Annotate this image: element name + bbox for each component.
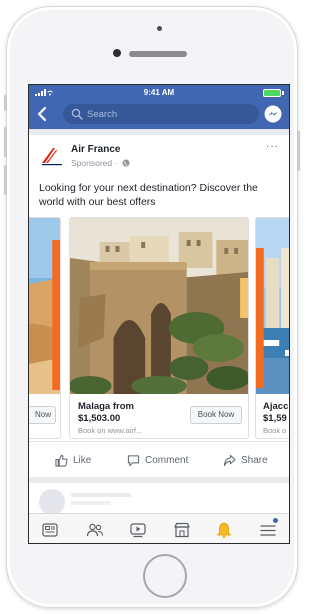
malaga-destination-image [70,218,248,394]
carousel-card-meta: Now [29,394,60,438]
more-options-icon[interactable]: ··· [266,141,279,152]
volume-up-button [4,127,7,157]
carousel-card-meta: Ajacc $1,59 Book o [256,394,289,438]
tab-marketplace[interactable] [173,521,191,539]
status-bar: 9:41 AM [29,85,289,99]
volume-down-button [4,165,7,195]
marketplace-icon [174,522,190,538]
avatar [39,489,65,515]
status-time: 9:41 AM [143,88,175,97]
share-label: Share [241,454,268,466]
share-button[interactable]: Share [223,442,268,478]
carousel-card-previous[interactable]: Now [29,217,61,439]
carousel-card-price: $1,503.00 [78,413,121,424]
placeholder-line [71,493,131,497]
carousel-card-price: $1,59 [263,413,287,424]
friends-icon [86,523,104,537]
bottom-tab-bar [29,513,289,543]
comment-icon [127,454,140,466]
menu-icon [260,525,276,536]
next-post-preview [29,483,289,515]
tab-menu[interactable] [259,518,278,539]
notifications-icon [216,522,232,539]
book-now-button[interactable]: Now [29,406,56,424]
messenger-icon[interactable] [263,104,283,124]
sponsored-post: Air France Sponsored · ··· Looking for y… [29,135,289,477]
facebook-header: 9:41 AM [29,85,289,129]
battery-tip [282,91,284,95]
front-camera [113,49,121,57]
carousel-card-link[interactable]: Book o [263,426,286,435]
carousel-card-link[interactable]: Book on www.airf... [78,426,142,435]
earpiece-speaker [129,51,187,57]
carousel-card-malaga[interactable]: Malaga from $1,503.00 Book on www.airf..… [69,217,249,439]
home-button[interactable] [143,554,187,598]
thumbs-up-icon [55,454,68,467]
comment-button[interactable]: Comment [127,442,188,478]
globe-icon [122,159,130,167]
carousel-card-title: Malaga from [78,401,134,412]
search-icon [71,108,83,120]
beach-destination-image [29,218,60,394]
share-icon [223,454,236,466]
phone-screen: 9:41 AM Search Air France Sponsored · ··… [28,84,290,544]
ajaccio-destination-image [256,218,289,394]
post-header: Air France Sponsored · ··· [29,135,289,183]
carousel-card-meta: Malaga from $1,503.00 Book on www.airf..… [70,394,248,438]
air-france-logo[interactable] [39,143,65,169]
like-button[interactable]: Like [55,442,91,478]
tab-friends[interactable] [86,521,104,539]
tab-watch[interactable] [129,521,147,539]
advertiser-name[interactable]: Air France [71,144,120,155]
power-button [297,131,300,171]
tab-news-feed[interactable] [41,521,59,539]
menu-notification-dot [273,518,278,523]
ad-carousel[interactable]: Now Malaga from $1,503.00 Book on www.ai… [29,217,289,443]
mute-switch [4,95,7,111]
tab-notifications[interactable] [215,521,233,539]
placeholder-line [71,501,111,505]
news-feed-icon [42,523,58,537]
book-now-button[interactable]: Book Now [190,406,242,424]
post-actions: Like Comment Share [29,441,289,477]
watch-icon [130,523,146,538]
front-sensor [157,26,162,31]
comment-label: Comment [145,454,189,466]
carousel-card-ajaccio[interactable]: Ajacc $1,59 Book o [255,217,289,439]
header-nav-row [29,102,289,126]
like-label: Like [73,454,92,466]
battery-icon [263,89,281,97]
sponsored-label: Sponsored · [71,158,118,168]
search-input[interactable] [87,107,251,121]
post-text: Looking for your next destination? Disco… [39,182,258,208]
search-box[interactable] [63,104,259,124]
back-chevron-icon[interactable] [35,106,51,122]
carousel-card-title: Ajacc [263,401,289,412]
